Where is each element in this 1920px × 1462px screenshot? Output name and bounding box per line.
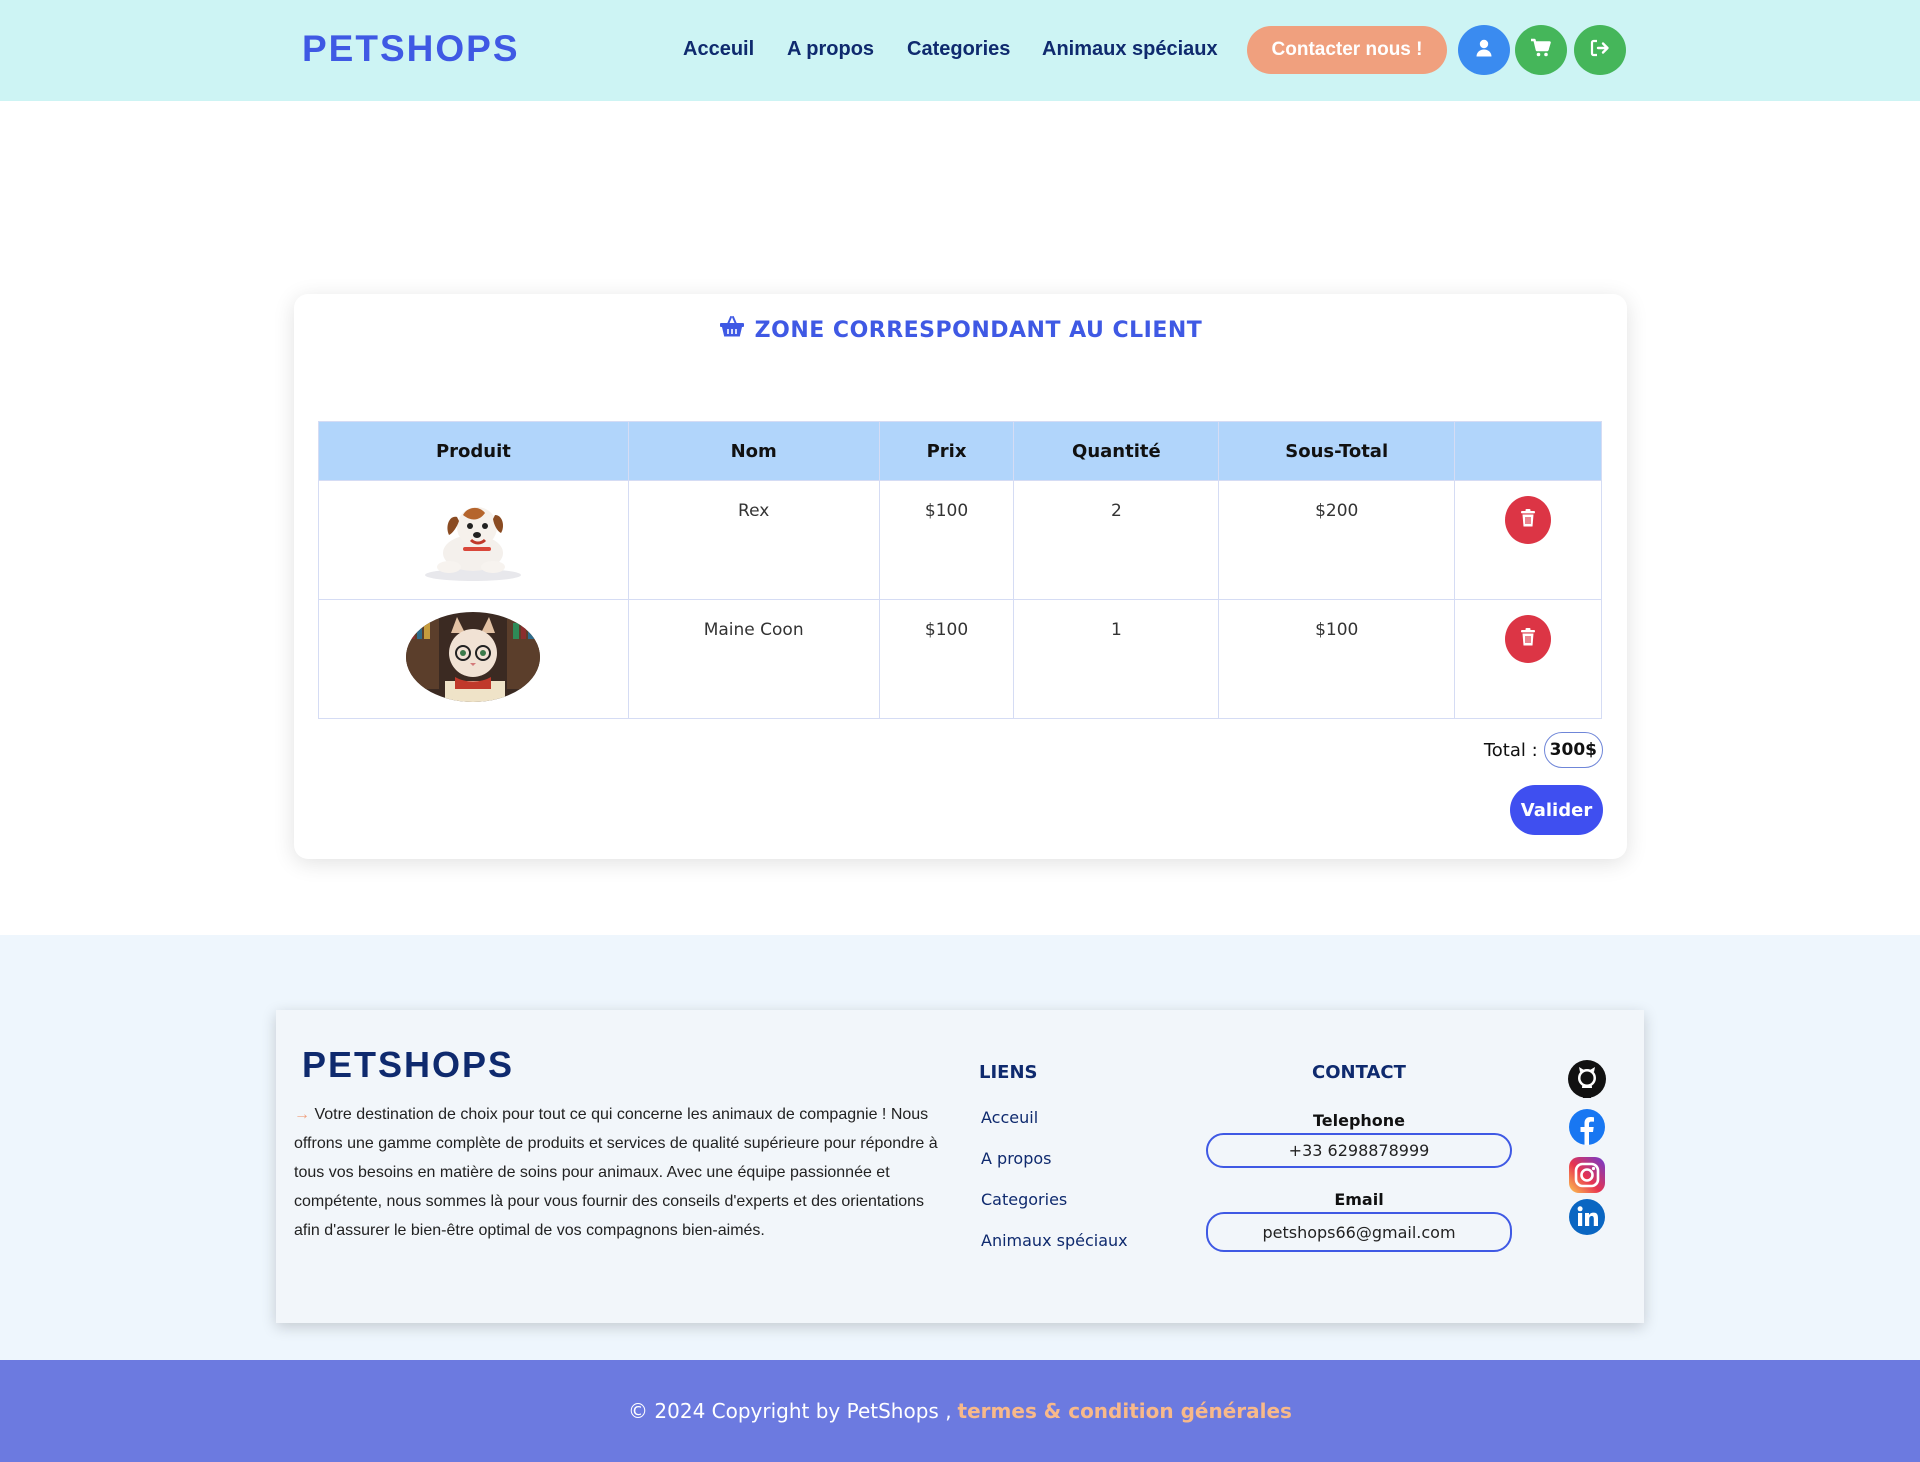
email-label: Email — [1334, 1190, 1384, 1209]
cart-table: Produit Nom Prix Quantité Sous-Total Rex… — [318, 421, 1602, 719]
column-header-quantite: Quantité — [1013, 421, 1220, 481]
brand-logo[interactable]: PETSHOPS — [302, 28, 520, 70]
column-header-prix: Prix — [878, 421, 1015, 481]
copyright-text: © 2024 Copyright by PetShops , — [628, 1399, 952, 1423]
validate-button[interactable]: Valider — [1510, 785, 1603, 835]
footer-card: PETSHOPS → Votre destination de choix po… — [276, 1010, 1644, 1323]
facebook-link[interactable] — [1568, 1108, 1606, 1151]
product-image-cell — [318, 480, 629, 600]
arrow-right-icon: → — [294, 1106, 310, 1123]
footer-link-categories[interactable]: Categories — [981, 1190, 1067, 1209]
footer-brand: PETSHOPS — [302, 1044, 515, 1085]
product-quantity: 2 — [1013, 480, 1220, 600]
github-icon — [1568, 1059, 1606, 1103]
cart-title-text: ZONE CORRESPONDANT AU CLIENT — [754, 317, 1203, 343]
contact-heading: CONTACT — [1312, 1062, 1406, 1083]
product-price: $100 — [878, 480, 1015, 600]
delete-cell — [1454, 480, 1602, 600]
footer-link-animaux-speciaux[interactable]: Animaux spéciaux — [981, 1231, 1128, 1250]
terms-link[interactable]: termes & condition générales — [958, 1399, 1292, 1423]
cart-title: ZONE CORRESPONDANT AU CLIENT — [294, 316, 1627, 344]
copyright-bar: © 2024 Copyright by PetShops , termes & … — [0, 1360, 1920, 1462]
client-cart-card: ZONE CORRESPONDANT AU CLIENT Produit Nom… — [294, 294, 1627, 859]
trash-icon — [1520, 508, 1536, 532]
footer-description-text: Votre destination de choix pour tout ce … — [294, 1106, 938, 1239]
total-label: Total : — [1483, 739, 1538, 761]
logout-icon — [1589, 38, 1611, 63]
product-subtotal: $100 — [1218, 599, 1456, 719]
footer-link-a-propos[interactable]: A propos — [981, 1149, 1051, 1168]
trash-icon — [1520, 627, 1536, 651]
instagram-icon — [1568, 1156, 1606, 1199]
cat-image — [405, 611, 541, 708]
phone-field: +33 6298878999 — [1206, 1133, 1512, 1168]
product-price: $100 — [878, 599, 1015, 719]
basket-icon — [719, 316, 745, 344]
table-row: Maine Coon $100 1 $100 — [318, 599, 1602, 719]
user-button[interactable] — [1458, 25, 1510, 75]
product-image-cell — [318, 599, 629, 719]
column-header-sous-total: Sous-Total — [1218, 421, 1456, 481]
contact-button[interactable]: Contacter nous ! — [1247, 26, 1447, 74]
nav-link-categories[interactable]: Categories — [907, 38, 1010, 61]
table-header-row: Produit Nom Prix Quantité Sous-Total — [318, 421, 1602, 481]
column-header-actions — [1454, 421, 1602, 481]
top-navbar: PETSHOPS Acceuil A propos Categories Ani… — [0, 0, 1920, 101]
instagram-link[interactable] — [1568, 1156, 1606, 1199]
footer-description: → Votre destination de choix pour tout c… — [294, 1100, 954, 1245]
nav-link-acceuil[interactable]: Acceuil — [683, 38, 754, 61]
product-quantity: 1 — [1013, 599, 1220, 719]
github-link[interactable] — [1568, 1059, 1606, 1103]
dog-image — [413, 493, 533, 588]
cart-button[interactable] — [1515, 25, 1567, 75]
column-header-nom: Nom — [627, 421, 880, 481]
total-value: 300$ — [1543, 732, 1603, 768]
delete-button[interactable] — [1505, 496, 1552, 544]
cart-icon — [1530, 38, 1552, 63]
delete-button[interactable] — [1505, 615, 1552, 663]
product-name: Rex — [627, 480, 880, 600]
product-subtotal: $200 — [1218, 480, 1456, 600]
linkedin-icon — [1568, 1198, 1606, 1241]
facebook-icon — [1568, 1108, 1606, 1151]
nav-link-a-propos[interactable]: A propos — [787, 38, 874, 61]
logout-button[interactable] — [1574, 25, 1626, 75]
nav-link-animaux-speciaux[interactable]: Animaux spéciaux — [1042, 38, 1218, 61]
footer-link-acceuil[interactable]: Acceuil — [981, 1108, 1038, 1127]
email-field: petshops66@gmail.com — [1206, 1212, 1512, 1252]
cart-total: Total : 300$ — [1484, 732, 1603, 768]
table-row: Rex $100 2 $200 — [318, 480, 1602, 600]
product-name: Maine Coon — [627, 599, 880, 719]
column-header-produit: Produit — [318, 421, 629, 481]
user-icon — [1474, 38, 1494, 63]
phone-label: Telephone — [1312, 1111, 1406, 1130]
links-heading: LIENS — [979, 1062, 1038, 1083]
linkedin-link[interactable] — [1568, 1198, 1606, 1241]
delete-cell — [1454, 599, 1602, 719]
